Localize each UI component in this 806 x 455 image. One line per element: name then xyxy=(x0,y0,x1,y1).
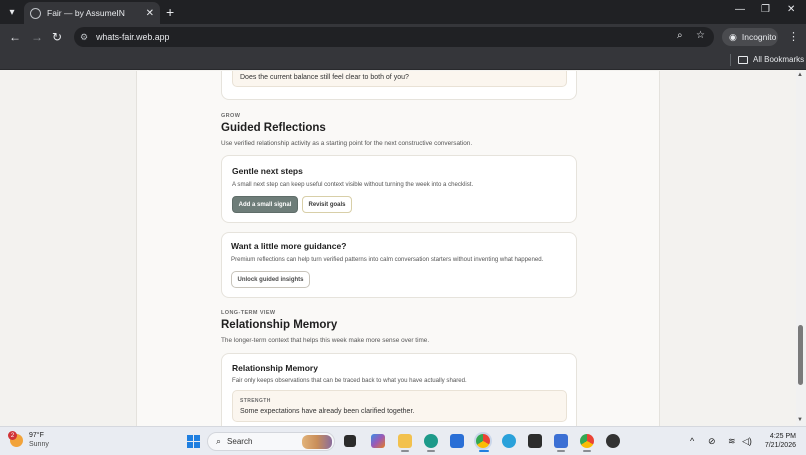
telegram-icon[interactable] xyxy=(502,434,516,448)
chrome-icon[interactable] xyxy=(476,434,490,448)
bookmarks-bar: All Bookmarks xyxy=(0,50,806,70)
network-off-icon[interactable]: ⊘ xyxy=(708,436,716,447)
tab-title: Fair — by AssumeIN xyxy=(47,8,125,18)
relationship-memory-subtitle: The longer-term context that helps this … xyxy=(221,337,430,344)
strength-label: STRENGTH xyxy=(240,398,271,404)
all-bookmarks-button[interactable]: All Bookmarks xyxy=(738,55,804,64)
guidance-card: Want a little more guidance? Premium ref… xyxy=(221,232,577,298)
guided-reflections-title: Guided Reflections xyxy=(221,122,326,134)
page-viewport: Does the current balance still feel clea… xyxy=(0,71,806,426)
balance-quote: Does the current balance still feel clea… xyxy=(232,71,567,87)
clock-date: 7/21/2026 xyxy=(764,442,796,449)
search-icon: ⌕ xyxy=(216,436,222,446)
folder-icon xyxy=(738,55,748,64)
browser-tab-active[interactable]: Fair — by AssumeIN ✕ xyxy=(24,2,160,24)
unlock-guided-insights-button[interactable]: Unlock guided insights xyxy=(231,271,310,288)
kebab-icon[interactable]: ⋮ xyxy=(788,30,799,43)
grow-eyebrow: GROW xyxy=(221,113,241,119)
clock[interactable]: 4:25 PM 7/21/2026 xyxy=(758,432,796,451)
copilot-icon[interactable] xyxy=(371,434,385,448)
store-icon[interactable] xyxy=(450,434,464,448)
notepad-icon[interactable] xyxy=(554,434,568,448)
clock-time: 4:25 PM xyxy=(769,433,796,440)
weather-temp: 97°F xyxy=(29,432,44,439)
file-explorer-icon[interactable] xyxy=(398,434,412,448)
strength-box: STRENGTH Some expectations have already … xyxy=(232,390,567,422)
star-icon[interactable]: ☆ xyxy=(696,30,705,41)
long-term-eyebrow: LONG-TERM VIEW xyxy=(221,310,276,316)
next-steps-body: A small next step can keep useful contex… xyxy=(232,181,474,188)
reload-icon[interactable]: ↻ xyxy=(52,30,62,44)
next-steps-card: Gentle next steps A small next step can … xyxy=(221,155,577,223)
chrome-profile-icon[interactable] xyxy=(580,434,594,448)
chevron-up-icon[interactable]: ^ xyxy=(690,436,694,446)
running-indicator xyxy=(557,450,565,452)
wifi-icon[interactable]: ≋ xyxy=(728,436,736,447)
browser-tab-strip: ▾ Fair — by AssumeIN ✕ + — ❐ ✕ xyxy=(0,0,806,24)
guidance-body: Premium reflections can help turn verifi… xyxy=(231,256,544,263)
guided-reflections-subtitle: Use verified relationship activity as a … xyxy=(221,140,473,147)
address-bar: ← → ↻ ⚙ whats-fair.web.app ⌕ ☆ xyxy=(0,24,806,50)
divider xyxy=(730,54,731,66)
previous-card: Does the current balance still feel clea… xyxy=(221,71,577,100)
all-bookmarks-label: All Bookmarks xyxy=(753,55,805,64)
url-text: whats-fair.web.app xyxy=(96,32,170,42)
minimize-icon[interactable]: — xyxy=(735,4,745,15)
balance-quote-text: Does the current balance still feel clea… xyxy=(240,74,409,81)
active-indicator xyxy=(479,450,489,452)
sun-icon: 2 xyxy=(8,431,23,447)
next-steps-title: Gentle next steps xyxy=(232,166,303,176)
running-indicator xyxy=(583,450,591,452)
revisit-goals-button[interactable]: Revisit goals xyxy=(302,196,352,213)
memory-card-title: Relationship Memory xyxy=(232,363,318,373)
back-icon[interactable]: ← xyxy=(9,30,21,44)
incognito-icon: ◉ xyxy=(729,31,737,42)
relationship-memory-section-title: Relationship Memory xyxy=(221,319,338,331)
incognito-label: Incognito xyxy=(741,32,777,42)
memory-card-body: Fair only keeps observations that can be… xyxy=(232,377,467,384)
volume-icon[interactable]: ◁) xyxy=(742,436,752,447)
running-indicator xyxy=(401,450,409,452)
strength-text: Some expectations have already been clar… xyxy=(240,408,415,415)
page-scrollbar[interactable]: ▲ ▼ xyxy=(796,71,806,426)
restore-icon[interactable]: ❐ xyxy=(761,4,770,15)
content-column: Does the current balance still feel clea… xyxy=(136,71,660,426)
omnibox[interactable]: ⚙ whats-fair.web.app xyxy=(74,27,714,47)
zoom-icon[interactable]: ⌕ xyxy=(677,30,683,41)
task-view-icon[interactable] xyxy=(344,435,356,447)
search-label: Search xyxy=(227,437,253,446)
memory-card: Relationship Memory Fair only keeps obse… xyxy=(221,353,577,426)
forward-icon[interactable]: → xyxy=(31,30,43,44)
window-close-icon[interactable]: ✕ xyxy=(787,4,795,15)
add-small-signal-button[interactable]: Add a small signal xyxy=(232,196,298,213)
edge-icon[interactable] xyxy=(424,434,438,448)
tab-list-icon[interactable]: ▾ xyxy=(4,4,20,20)
terminal-icon[interactable] xyxy=(528,434,542,448)
guidance-title: Want a little more guidance? xyxy=(231,241,347,251)
scrollbar-thumb[interactable] xyxy=(798,325,803,385)
search-highlight-image xyxy=(302,435,332,449)
weather-condition: Sunny xyxy=(29,441,49,448)
obs-icon[interactable] xyxy=(606,434,620,448)
notification-badge: 2 xyxy=(8,431,17,440)
scroll-down-icon[interactable]: ▼ xyxy=(797,417,803,423)
incognito-indicator[interactable]: ◉ Incognito xyxy=(722,28,778,46)
weather-widget[interactable]: 2 97°F Sunny xyxy=(8,431,49,449)
running-indicator xyxy=(427,450,435,452)
close-icon[interactable]: ✕ xyxy=(146,8,154,19)
windows-start-icon[interactable] xyxy=(187,435,200,448)
windows-taskbar: 2 97°F Sunny ⌕ Search ^ ⊘ ≋ ◁) 4:25 PM 7… xyxy=(0,426,806,455)
taskbar-search[interactable]: ⌕ Search xyxy=(207,432,335,451)
site-settings-icon[interactable]: ⚙ xyxy=(80,32,88,43)
plus-icon[interactable]: + xyxy=(166,4,174,20)
scroll-up-icon[interactable]: ▲ xyxy=(797,72,803,78)
globe-icon xyxy=(30,7,41,19)
